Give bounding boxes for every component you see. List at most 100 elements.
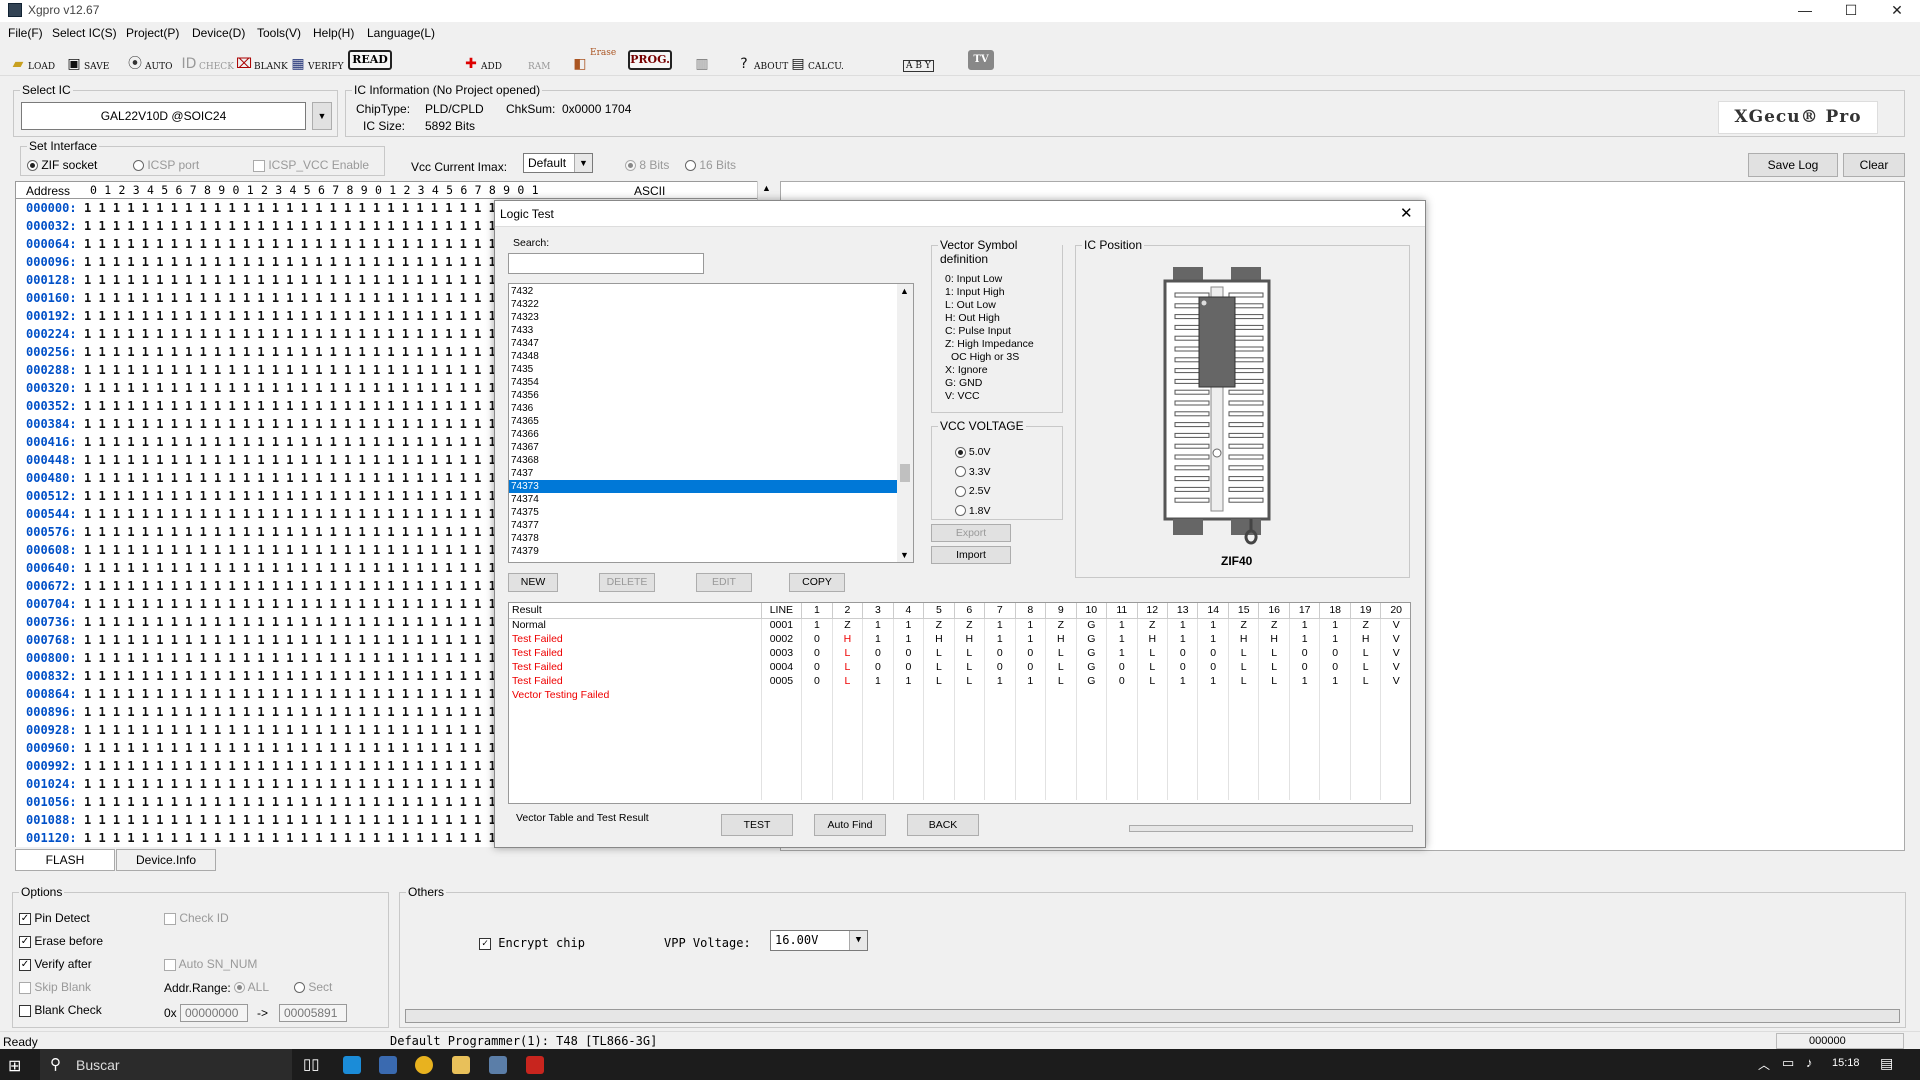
table-header-cell[interactable]: LINE xyxy=(761,603,803,619)
search-input[interactable] xyxy=(508,253,704,274)
vcc-current-select[interactable]: Default ▼ xyxy=(523,153,593,173)
vcc-3v3-option[interactable]: 3.3V xyxy=(955,463,991,483)
pin-detect-option[interactable]: ✓ Pin Detect xyxy=(19,911,90,925)
menu-select-ic[interactable]: Select IC(S) xyxy=(52,26,117,40)
blank-button[interactable]: ⌧ BLANK xyxy=(236,48,288,72)
table-header-cell[interactable]: 20 xyxy=(1380,603,1410,619)
vcc-2v5-option[interactable]: 2.5V xyxy=(955,482,991,502)
table-header-cell[interactable]: 19 xyxy=(1350,603,1382,619)
icsp-vcc-option[interactable]: ICSP_VCC Enable xyxy=(253,158,369,172)
close-button[interactable]: ✕ xyxy=(1874,0,1920,22)
ic-list-item[interactable]: 74365 xyxy=(509,415,897,428)
taskbar-search[interactable]: ⚲ Buscar xyxy=(40,1049,292,1080)
notifications-icon[interactable]: ▤ xyxy=(1880,1055,1893,1072)
scroll-thumb[interactable] xyxy=(900,464,910,482)
ic-list-item[interactable]: 74379 xyxy=(509,545,897,558)
minimize-button[interactable]: — xyxy=(1782,0,1828,22)
read-button[interactable]: READ xyxy=(348,50,392,70)
tab-device-info[interactable]: Device.Info xyxy=(116,849,216,871)
scroll-up-icon[interactable]: ▲ xyxy=(900,286,909,296)
bits16-option[interactable]: 16 Bits xyxy=(685,158,736,172)
ic-list-item[interactable]: 74374 xyxy=(509,493,897,506)
auto-sn-option[interactable]: Auto SN_NUM xyxy=(164,957,257,971)
table-row[interactable]: Test Failed 0002 0 H 1 1 H H 1 1 H G 1 H 1 1 H H 1 1 H V xyxy=(509,632,1410,646)
tv-button[interactable]: TV xyxy=(968,50,994,70)
load-button[interactable]: ▰ LOAD xyxy=(10,48,55,72)
verify-button[interactable]: ▦ VERIFY xyxy=(290,48,343,72)
menu-tools[interactable]: Tools(V) xyxy=(257,26,301,40)
table-header-cell[interactable]: 18 xyxy=(1319,603,1351,619)
ic-list-item[interactable]: 74366 xyxy=(509,428,897,441)
table-header-cell[interactable]: 13 xyxy=(1167,603,1199,619)
table-header-cell[interactable]: 16 xyxy=(1258,603,1290,619)
export-button[interactable]: Export xyxy=(931,524,1011,542)
icsp-port-option[interactable]: ICSP port xyxy=(133,158,199,172)
ic-list-item[interactable]: 74356 xyxy=(509,389,897,402)
menu-project[interactable]: Project(P) xyxy=(126,26,179,40)
ic-dropdown-button[interactable]: ▼ xyxy=(312,102,332,130)
zif-socket-option[interactable]: ZIF socket xyxy=(27,158,97,172)
addr-sect-option[interactable]: Sect xyxy=(294,980,332,994)
ic-list-item[interactable]: 74347 xyxy=(509,337,897,350)
table-header-cell[interactable]: 14 xyxy=(1197,603,1229,619)
auto-find-button[interactable]: Auto Find xyxy=(814,814,886,836)
add-button[interactable]: ✚ ADD xyxy=(463,48,502,72)
edit-button[interactable]: EDIT xyxy=(696,573,752,592)
save-button[interactable]: ▣ SAVE xyxy=(66,48,109,72)
skip-blank-option[interactable]: Skip Blank xyxy=(19,980,91,994)
table-row[interactable]: Test Failed 0004 0 L 0 0 L L 0 0 L G 0 L 0 0 L L 0 0 L V xyxy=(509,660,1410,674)
table-header-cell[interactable]: 11 xyxy=(1106,603,1138,619)
table-row[interactable]: Normal 0001 1 Z 1 1 Z Z 1 1 Z G 1 Z 1 1 Z Z 1 1 Z V xyxy=(509,618,1410,632)
table-header-cell[interactable]: 5 xyxy=(923,603,955,619)
table-row[interactable]: Test Failed 0003 0 L 0 0 L L 0 0 L G 1 L 0 0 L L 0 0 L V xyxy=(509,646,1410,660)
ic-list-item[interactable]: 74348 xyxy=(509,350,897,363)
windows-start-icon[interactable]: ⊞ xyxy=(8,1056,21,1076)
table-header-cell[interactable]: 4 xyxy=(893,603,925,619)
blank-check-option[interactable]: Blank Check xyxy=(19,1003,102,1017)
ic-list[interactable]: 7432 74322 74323 7433 74347 74348 7435 74354 743… xyxy=(508,283,914,563)
ic-list-item[interactable]: 7435 xyxy=(509,363,897,376)
ic-list-item[interactable]: 74323 xyxy=(509,311,897,324)
encrypt-chip-option[interactable]: ✓ Encrypt chip xyxy=(479,936,585,950)
ic-list-item[interactable]: 74378 xyxy=(509,532,897,545)
chrome-icon[interactable] xyxy=(415,1056,433,1074)
store-icon[interactable] xyxy=(379,1056,397,1074)
table-header-cell[interactable]: 15 xyxy=(1228,603,1260,619)
menu-file[interactable]: File(F) xyxy=(8,26,43,40)
ic-list-item[interactable]: 74373 xyxy=(509,480,897,493)
save-log-button[interactable]: Save Log xyxy=(1748,153,1838,177)
explorer-icon[interactable] xyxy=(452,1056,470,1074)
ram-button[interactable]: RAM xyxy=(528,48,551,72)
table-header-cell[interactable]: 9 xyxy=(1045,603,1077,619)
prog-button[interactable]: PROG. xyxy=(628,50,672,70)
menu-help[interactable]: Help(H) xyxy=(313,26,354,40)
scroll-up-icon[interactable]: ▲ xyxy=(762,183,771,193)
tab-flash[interactable]: FLASH xyxy=(15,849,115,871)
check-id-option[interactable]: Check ID xyxy=(164,911,229,925)
ic-list-item[interactable]: 74367 xyxy=(509,441,897,454)
table-header-cell[interactable]: 17 xyxy=(1289,603,1321,619)
bits8-option[interactable]: 8 Bits xyxy=(625,158,669,172)
check-id-button[interactable]: ID CHECK xyxy=(181,48,234,72)
new-button[interactable]: NEW xyxy=(508,573,558,592)
volume-icon[interactable]: ♪ xyxy=(1806,1055,1813,1070)
logic-test-button[interactable]: A B Y xyxy=(903,48,934,72)
menu-language[interactable]: Language(L) xyxy=(367,26,435,40)
ic-select-field[interactable]: GAL22V10D @SOIC24 xyxy=(21,102,306,130)
ic-list-item[interactable]: 74354 xyxy=(509,376,897,389)
task-view-icon[interactable]: ▯▯ xyxy=(303,1055,320,1073)
about-button[interactable]: ? ABOUT xyxy=(736,48,788,72)
addr-all-option[interactable]: ALL xyxy=(234,980,269,994)
menu-device[interactable]: Device(D) xyxy=(192,26,245,40)
ic-list-item[interactable]: 7433 xyxy=(509,324,897,337)
tray-chevron-icon[interactable]: ︿ xyxy=(1758,1056,1770,1073)
erase-before-option[interactable]: ✓ Erase before xyxy=(19,934,103,948)
table-header-cell[interactable]: Result xyxy=(509,603,762,619)
vector-table[interactable]: Result LINE 1 2 3 4 5 6 7 8 9 10 11 12 13 14 15 16 17 18 19 2… xyxy=(508,602,1411,804)
dialog-close-button[interactable]: ✕ xyxy=(1400,204,1413,222)
table-header-cell[interactable]: 3 xyxy=(862,603,894,619)
clock-time[interactable]: 15:18 xyxy=(1832,1057,1860,1069)
chip-button[interactable]: ▥ xyxy=(694,48,712,72)
network-icon[interactable]: ▭ xyxy=(1782,1055,1794,1071)
ic-list-scrollbar[interactable]: ▲ ▼ xyxy=(897,284,913,562)
